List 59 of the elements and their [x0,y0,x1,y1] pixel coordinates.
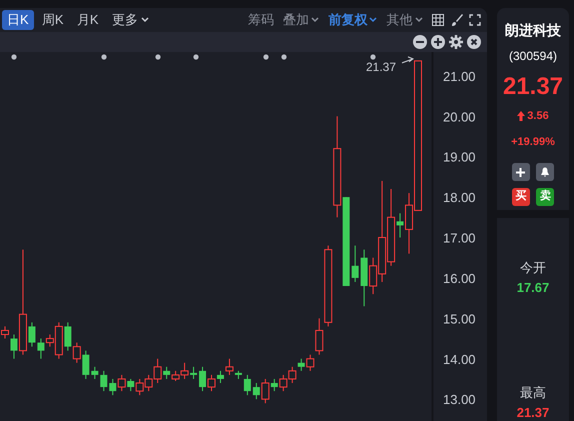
candlestick [136,378,144,396]
axis-label: 21.00 [443,68,476,84]
zoom-in-icon[interactable] [431,35,445,49]
stock-code: (300594) [508,48,558,65]
stat-label: 最高 [520,384,546,402]
sell-button[interactable]: 卖 [536,188,554,206]
toolbar-button[interactable]: 筹码 [244,10,277,30]
up-arrow-icon [517,111,526,122]
price-change: 3.56 [527,109,549,124]
price-marker: 21.37 [366,60,396,74]
axis-label: 17.00 [443,230,476,246]
stat-value: 21.37 [516,404,550,421]
axis-label: 15.00 [443,311,476,326]
candlestick [288,366,296,384]
plus-icon [516,168,526,176]
percent-change: +19.99% [511,134,555,150]
event-marker[interactable] [263,54,269,60]
stat-value: 17.67 [516,278,550,296]
candlestick [91,366,98,380]
event-marker[interactable] [11,54,17,60]
period-tab[interactable]: 日K [2,10,34,30]
fullscreen-icon[interactable] [469,14,481,26]
axis-label: 16.00 [443,270,476,286]
axis-label: 19.00 [443,150,476,165]
alert-button[interactable] [536,163,554,181]
event-marker[interactable] [101,54,107,60]
add-watchlist-button[interactable] [512,163,530,181]
last-price: 21.37 [502,75,564,99]
axis-label: 18.00 [443,190,476,206]
candlestick [72,342,81,364]
stat-label: 今开 [520,259,546,277]
event-marker[interactable] [155,54,161,60]
candlestick [279,374,288,392]
toolbar-button[interactable]: 前复权 [325,10,380,30]
period-tab[interactable]: 月K [72,10,104,30]
axis-label: 14.00 [443,352,476,367]
axis-label: 20.00 [443,109,476,124]
candlestick [118,374,126,392]
candlestick [352,245,359,282]
axis-label: 13.00 [443,392,476,408]
buy-button[interactable]: 买 [512,188,530,206]
zoom-out-icon[interactable] [413,35,427,49]
candlestick [100,370,108,392]
event-marker[interactable] [193,54,199,60]
candlestick [144,374,153,392]
settings-icon[interactable] [449,35,463,49]
period-tab[interactable]: 更多 [106,10,154,30]
toolbar-button[interactable]: 其他 [384,10,426,30]
stock-name: 朗进科技 [505,21,561,40]
brush-icon[interactable] [450,14,462,26]
toolbar-button[interactable]: 叠加 [280,10,322,30]
grid-icon[interactable] [432,14,444,26]
event-marker[interactable] [281,54,287,60]
candlestick [244,374,251,396]
bell-icon [540,167,550,177]
arrow-icon [402,56,414,64]
close-icon[interactable] [467,35,481,49]
event-marker[interactable] [370,54,376,60]
period-tab[interactable]: 周K [36,10,69,30]
